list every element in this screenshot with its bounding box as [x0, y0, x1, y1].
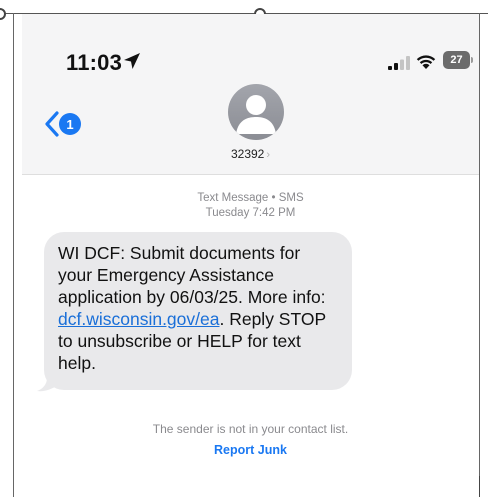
contact-name[interactable]: 32392 › [22, 147, 479, 161]
avatar-silhouette [236, 95, 276, 134]
message-link[interactable]: dcf.wisconsin.gov/ea [58, 309, 219, 329]
location-arrow-icon [124, 53, 140, 69]
battery-level: 27 [450, 54, 463, 66]
status-bar: 11:03 27 [22, 14, 479, 84]
battery-icon: 27 [443, 51, 470, 69]
selection-frame-left [13, 13, 14, 497]
phone-screen: 11:03 27 1 32392 › Text Message • SMS Tu… [22, 14, 479, 497]
report-junk-link[interactable]: Report Junk [22, 443, 479, 457]
wifi-icon [416, 55, 436, 69]
resize-handle-bottom-right[interactable] [479, 476, 480, 497]
message-meta: Text Message • SMS Tuesday 7:42 PM [22, 191, 479, 221]
battery-tip [471, 57, 473, 63]
contact-chevron-icon: › [266, 149, 271, 161]
not-in-contacts-notice: The sender is not in your contact list. [152, 422, 349, 436]
conversation-header: 11:03 27 1 32392 › [22, 14, 479, 175]
status-time: 11:03 [66, 50, 123, 75]
resize-handle-top-left[interactable] [0, 8, 6, 20]
unread-count: 1 [66, 116, 74, 132]
selection-frame-right [479, 13, 480, 497]
bubble-tail [37, 378, 57, 392]
avatar-person-icon[interactable] [228, 84, 284, 140]
back-chevron-icon[interactable] [44, 111, 60, 137]
message-timestamp: Tuesday 7:42 PM [205, 207, 296, 219]
incoming-message-bubble[interactable]: WI DCF: Submit documents for your Emerge… [44, 232, 352, 390]
message-text-start: WI DCF: Submit documents for your Emerge… [58, 243, 326, 307]
signal-icon [388, 56, 410, 70]
unread-count-badge[interactable]: 1 [59, 113, 81, 135]
contact-number: 32392 [230, 147, 265, 161]
service-label: Text Message • SMS [197, 192, 304, 204]
